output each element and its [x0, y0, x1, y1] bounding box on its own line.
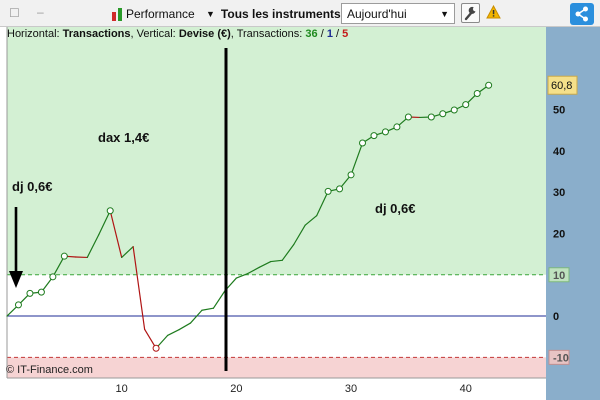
trade-marker	[60, 252, 68, 260]
trade-marker	[473, 89, 481, 97]
y-tick-label: 50	[553, 105, 565, 117]
instruments-label: Tous les instruments	[220, 6, 341, 21]
transactions-label: , Transactions:	[230, 28, 303, 40]
chevron-down-icon: ▼	[440, 9, 449, 19]
vertical-value: Devise (€)	[178, 28, 231, 40]
x-tick-label: 20	[230, 383, 242, 395]
count-losing: 5	[342, 28, 349, 40]
y-tick-label: 10	[553, 270, 565, 282]
trade-marker	[462, 101, 470, 109]
warning-icon[interactable]	[486, 5, 501, 19]
positive-zone	[7, 27, 546, 275]
square-icon[interactable]: ☐	[9, 7, 20, 19]
trade-marker	[37, 288, 45, 296]
performance-chart: -10 0 10 20 30 40 50 10 20 30 40 60,8	[0, 27, 600, 400]
horizontal-label: Horizontal:	[7, 28, 60, 40]
count-separator: /	[320, 28, 324, 40]
trade-marker	[393, 123, 401, 131]
trade-marker	[14, 301, 22, 309]
share-icon	[575, 6, 588, 22]
trade-marker	[26, 289, 34, 297]
x-tick-label: 30	[345, 383, 357, 395]
trade-marker	[152, 344, 160, 352]
copyright: © IT-Finance.com	[6, 364, 93, 376]
annotation-dj-right: dj 0,6€	[375, 201, 416, 216]
y-tick-label: 0	[553, 311, 559, 323]
trade-marker	[106, 207, 114, 215]
settings-button[interactable]	[461, 3, 480, 23]
horizontal-value: Transactions	[62, 28, 131, 40]
trade-marker	[485, 81, 493, 89]
trade-marker	[49, 273, 57, 281]
performance-label: Performance	[126, 6, 195, 21]
trade-marker	[359, 139, 367, 147]
trade-marker	[370, 132, 378, 140]
annotation-dj-left: dj 0,6€	[12, 179, 53, 194]
trade-marker	[381, 128, 389, 136]
vertical-label: , Vertical:	[130, 28, 176, 40]
x-tick-label: 10	[116, 383, 128, 395]
trade-marker	[450, 106, 458, 114]
y-tick-label: -10	[553, 352, 569, 364]
share-button[interactable]	[570, 3, 594, 25]
trade-marker	[324, 187, 332, 195]
toolbar: ☐ – Performance ▼ Tous les instruments A…	[0, 0, 600, 27]
last-value-label: 60,8	[551, 80, 572, 92]
x-tick-label: 40	[460, 383, 472, 395]
chart-header: Horizontal: Transactions, Vertical: Devi…	[7, 28, 348, 40]
y-tick-label: 40	[553, 146, 565, 158]
count-winning: 36	[305, 28, 318, 40]
trade-marker	[427, 113, 435, 121]
y-tick-label: 20	[553, 228, 565, 240]
minimize-icon[interactable]: –	[37, 6, 44, 18]
wrench-icon	[464, 6, 476, 21]
period-value: Aujourd'hui	[347, 7, 407, 21]
count-neutral: 1	[326, 28, 333, 40]
performance-button[interactable]: Performance	[112, 4, 195, 23]
trade-marker	[336, 185, 344, 193]
y-tick-label: 30	[553, 187, 565, 199]
trade-marker	[404, 113, 412, 121]
instruments-dropdown[interactable]: ▼ Tous les instruments	[206, 4, 341, 23]
annotation-dax: dax 1,4€	[98, 130, 150, 145]
trade-marker	[347, 171, 355, 179]
period-select[interactable]: Aujourd'hui ▼	[341, 3, 455, 24]
chevron-down-icon: ▼	[206, 8, 215, 19]
count-separator: /	[336, 28, 340, 40]
candlestick-icon	[112, 7, 122, 21]
trade-marker	[439, 110, 447, 118]
